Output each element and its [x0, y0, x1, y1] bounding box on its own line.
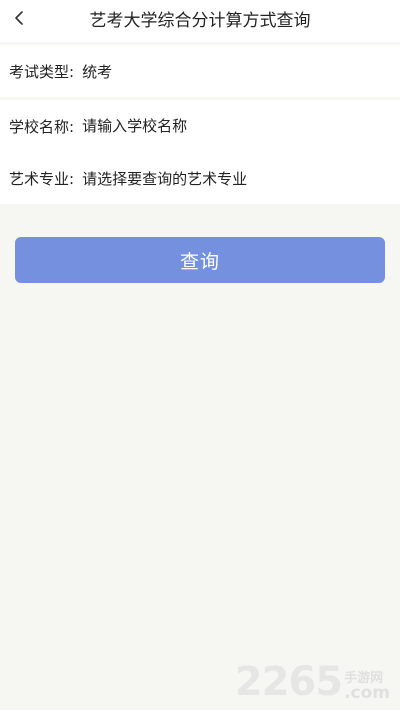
- exam-type-row[interactable]: 考试类型: 统考: [0, 45, 400, 97]
- watermark-suffix: 手游网 .com: [344, 672, 390, 702]
- art-major-select[interactable]: 请选择要查询的艺术专业: [82, 168, 247, 189]
- school-name-label: 学校名称:: [9, 117, 75, 136]
- page-title: 艺考大学综合分计算方式查询: [89, 11, 311, 31]
- top-bar: 艺考大学综合分计算方式查询: [0, 0, 400, 42]
- watermark-digits: 2265: [234, 659, 343, 705]
- query-button[interactable]: 查询: [15, 237, 385, 283]
- art-major-label: 艺术专业:: [9, 169, 75, 188]
- exam-type-value[interactable]: 统考: [82, 61, 112, 82]
- school-name-row: 学校名称:: [0, 100, 400, 152]
- art-major-row[interactable]: 艺术专业: 请选择要查询的艺术专业: [0, 152, 400, 204]
- site-watermark: 2265 手游网 .com: [235, 662, 390, 702]
- exam-type-label: 考试类型:: [9, 62, 75, 81]
- back-button[interactable]: [8, 9, 30, 31]
- school-name-input[interactable]: [82, 117, 363, 135]
- watermark-com: .com: [344, 683, 390, 703]
- chevron-left-icon: [13, 10, 25, 30]
